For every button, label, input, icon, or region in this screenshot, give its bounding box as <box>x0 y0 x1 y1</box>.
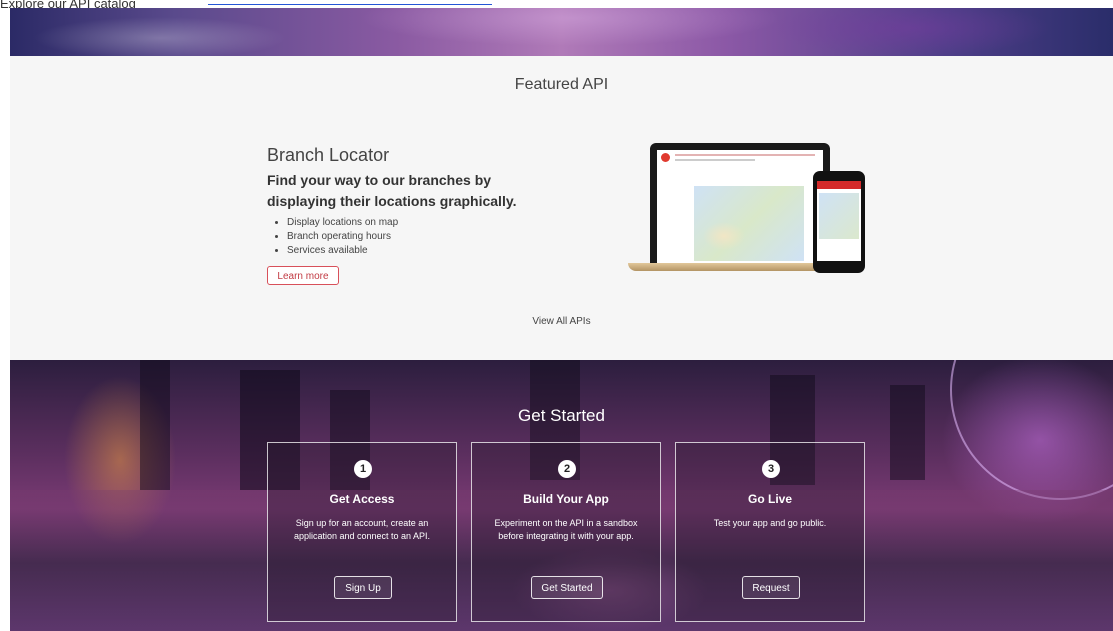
top-link-text: Explore our API catalog <box>0 0 136 8</box>
view-all-apis-link[interactable]: View All APIs <box>10 316 1113 327</box>
phone-illustration <box>813 171 865 273</box>
step-title: Go Live <box>747 492 792 506</box>
get-started-title: Get Started <box>518 406 605 425</box>
get-started-button[interactable]: Get Started <box>531 576 603 599</box>
featured-title: Featured API <box>514 76 609 93</box>
sign-up-button[interactable]: Sign Up <box>334 576 392 599</box>
step-title: Get Access <box>329 492 395 506</box>
ferris-wheel-graphic <box>950 360 1113 500</box>
step-card-get-access: 1 Get Access Sign up for an account, cre… <box>267 442 457 622</box>
request-button[interactable]: Request <box>742 576 800 599</box>
top-link-strip: Explore our API catalog <box>0 0 500 8</box>
hero-banner <box>10 8 1113 56</box>
featured-api-section: Featured API Branch Locator Find your wa… <box>10 56 1113 360</box>
feature-item: Branch operating hours <box>287 230 398 244</box>
api-name: Branch Locator <box>267 145 390 165</box>
feature-item: Services available <box>287 244 398 258</box>
step-number-badge: 3 <box>762 460 780 478</box>
feature-list: Display locations on map Branch operatin… <box>272 216 398 258</box>
map-graphic <box>694 186 804 261</box>
building-silhouette <box>890 385 925 480</box>
learn-more-button[interactable]: Learn more <box>267 266 339 285</box>
phone-header-graphic <box>817 181 861 189</box>
top-link-url[interactable] <box>208 4 492 5</box>
laptop-illustration <box>650 143 830 263</box>
phone-map-graphic <box>819 193 859 239</box>
step-card-build-app: 2 Build Your App Experiment on the API i… <box>471 442 661 622</box>
step-description: Sign up for an account, create an applic… <box>293 518 431 541</box>
phone-screen <box>817 181 861 261</box>
step-description: Experiment on the API in a sandbox befor… <box>494 518 638 541</box>
api-tagline: Find your way to our branches by display… <box>267 172 517 209</box>
feature-item: Display locations on map <box>287 216 398 230</box>
nav-bar-graphic <box>675 154 815 156</box>
step-number-badge: 2 <box>558 460 576 478</box>
step-title: Build Your App <box>523 492 609 506</box>
bank-logo-icon <box>661 153 670 162</box>
laptop-screen-content <box>657 150 823 263</box>
step-number-badge: 1 <box>354 460 372 478</box>
step-card-go-live: 3 Go Live Test your app and go public. R… <box>675 442 865 622</box>
get-started-section: Get Started 1 Get Access Sign up for an … <box>10 360 1113 631</box>
sub-nav-graphic <box>675 159 755 161</box>
step-description: Test your app and go public. <box>713 518 827 528</box>
